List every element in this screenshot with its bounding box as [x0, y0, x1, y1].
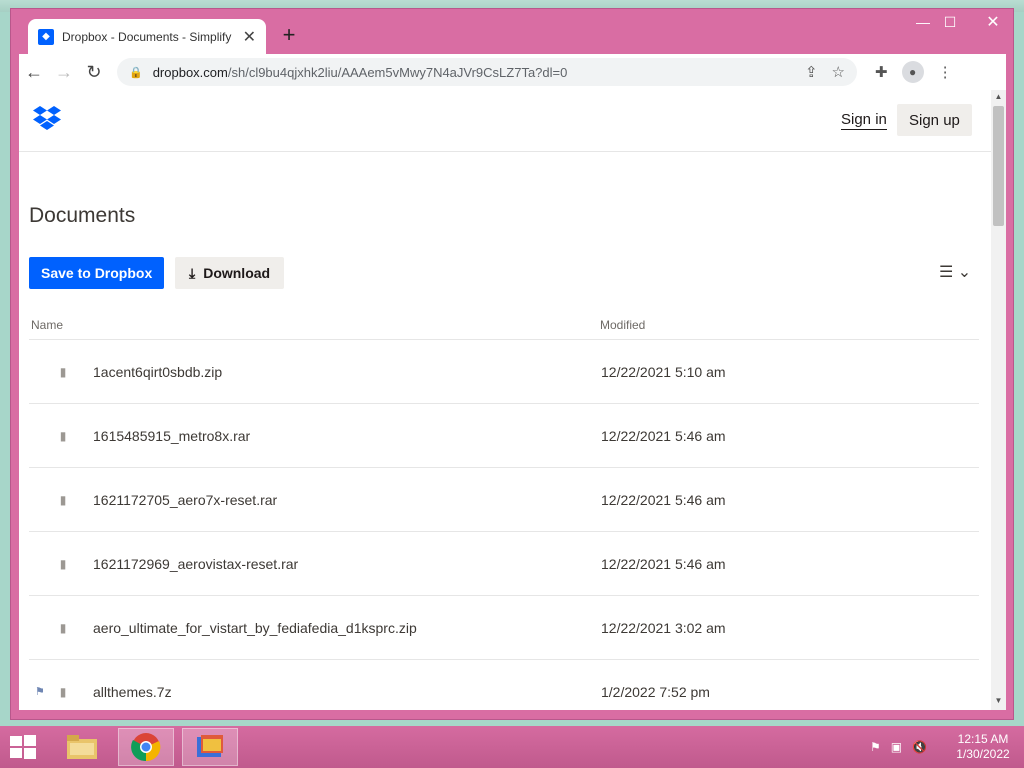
- file-name[interactable]: 1acent6qirt0sbdb.zip: [93, 364, 601, 380]
- table-row[interactable]: ⚑ ▮ allthemes.7z 1/2/2022 7:52 pm: [29, 660, 979, 710]
- download-label: Download: [203, 265, 271, 281]
- file-name[interactable]: aero_ultimate_for_vistart_by_fediafedia_…: [93, 620, 601, 636]
- file-modified: 12/22/2021 5:10 am: [601, 363, 726, 380]
- chrome-icon[interactable]: [118, 728, 174, 766]
- browser-menu-icon[interactable]: ⋮: [938, 63, 953, 81]
- lock-icon: 🔒: [129, 66, 143, 79]
- taskbar-clock[interactable]: 12:15 AM 1/30/2022: [948, 732, 1018, 762]
- sign-in-link[interactable]: Sign in: [841, 111, 887, 130]
- table-row[interactable]: ▮ 1621172705_aero7x-reset.rar 12/22/2021…: [29, 468, 979, 532]
- windows-logo-icon: [10, 735, 36, 759]
- page-title: Documents: [29, 204, 136, 227]
- file-table: Name Modified ▮ 1acent6qirt0sbdb.zip 12/…: [29, 310, 979, 710]
- file-modified: 1/2/2022 7:52 pm: [601, 683, 710, 700]
- share-icon[interactable]: ⇪: [805, 63, 818, 81]
- taskbar: ⚑ ▣ 🔇 12:15 AM 1/30/2022: [0, 726, 1024, 768]
- sign-up-button[interactable]: Sign up: [897, 104, 972, 136]
- back-arrow-icon[interactable]: ←: [19, 57, 49, 87]
- action-center-flag-icon[interactable]: ⚑: [870, 740, 881, 754]
- file-name[interactable]: 1615485915_metro8x.rar: [93, 428, 601, 444]
- file-explorer-icon[interactable]: [54, 728, 110, 766]
- file-modified: 12/22/2021 3:02 am: [601, 619, 726, 636]
- table-row[interactable]: ▮ 1621172969_aerovistax-reset.rar 12/22/…: [29, 532, 979, 596]
- forward-arrow-icon[interactable]: →: [49, 57, 79, 87]
- flag-icon: ⚑: [35, 686, 45, 698]
- scrollbar-thumb[interactable]: [993, 106, 1004, 226]
- url-path: /sh/cl9bu4qjxhk2liu/AAAem5vMwy7N4aJVr9Cs…: [227, 64, 568, 80]
- scroll-up-icon[interactable]: ▲: [991, 92, 1006, 104]
- archive-file-icon: ▮: [59, 684, 67, 699]
- address-bar[interactable]: 🔒 dropbox.com /sh/cl9bu4qjxhk2liu/AAAem5…: [117, 58, 857, 86]
- table-header: Name Modified: [29, 310, 979, 340]
- download-icon: ⤓: [189, 264, 196, 281]
- dropbox-header: Sign in Sign up: [19, 90, 991, 152]
- tab-title: Dropbox - Documents - Simplify: [62, 29, 232, 44]
- download-button[interactable]: ⤓ Download: [175, 257, 285, 289]
- table-row[interactable]: ▮ 1acent6qirt0sbdb.zip 12/22/2021 5:10 a…: [29, 340, 979, 404]
- view-toggle-icon[interactable]: ☰ ⌄: [939, 262, 971, 282]
- archive-file-icon: ▮: [59, 428, 67, 443]
- save-to-dropbox-button[interactable]: Save to Dropbox: [29, 257, 165, 289]
- scroll-down-icon[interactable]: ▼: [991, 696, 1006, 708]
- archive-file-icon: ▮: [59, 556, 67, 571]
- dropbox-logo-icon[interactable]: [33, 106, 61, 132]
- system-tray: ⚑ ▣ 🔇: [870, 726, 927, 768]
- browser-toolbar: ← → ↻ 🔒 dropbox.com /sh/cl9bu4qjxhk2liu/…: [19, 54, 1006, 90]
- reload-icon[interactable]: ↻: [79, 57, 109, 87]
- browser-tab[interactable]: ◆ Dropbox - Documents - Simplify ✕: [28, 19, 266, 54]
- browser-window: ◆ Dropbox - Documents - Simplify ✕ + — ☐…: [10, 8, 1014, 720]
- app-window-icon[interactable]: [182, 728, 238, 766]
- new-tab-button[interactable]: +: [277, 22, 301, 47]
- start-button[interactable]: [0, 726, 46, 768]
- url-domain: dropbox.com: [152, 64, 228, 80]
- file-name[interactable]: 1621172969_aerovistax-reset.rar: [93, 556, 601, 572]
- column-name[interactable]: Name: [29, 318, 600, 332]
- file-modified: 12/22/2021 5:46 am: [601, 427, 726, 444]
- file-modified: 12/22/2021 5:46 am: [601, 555, 726, 572]
- table-row[interactable]: ▮ aero_ultimate_for_vistart_by_fediafedi…: [29, 596, 979, 660]
- column-modified[interactable]: Modified: [600, 318, 645, 332]
- clock-time: 12:15 AM: [957, 732, 1009, 746]
- close-window-button[interactable]: ✕: [971, 9, 1015, 35]
- extensions-puzzle-icon[interactable]: ✚: [875, 63, 888, 81]
- page-scrollbar[interactable]: ▲ ▼: [991, 90, 1006, 710]
- bookmark-star-icon[interactable]: ☆: [832, 63, 845, 81]
- table-row[interactable]: ▮ 1615485915_metro8x.rar 12/22/2021 5:46…: [29, 404, 979, 468]
- clock-date: 1/30/2022: [956, 747, 1010, 761]
- dropbox-favicon-icon: ◆: [38, 28, 54, 45]
- archive-file-icon: ▮: [59, 492, 67, 507]
- dropbox-page: Sign in Sign up Documents Save to Dropbo…: [19, 90, 991, 710]
- profile-avatar-icon[interactable]: ●: [901, 61, 924, 83]
- volume-muted-icon[interactable]: 🔇: [912, 740, 927, 754]
- archive-file-icon: ▮: [59, 364, 67, 379]
- tab-close-icon[interactable]: ✕: [243, 27, 256, 47]
- file-modified: 12/22/2021 5:46 am: [601, 491, 726, 508]
- network-icon[interactable]: ▣: [891, 740, 902, 754]
- maximize-button[interactable]: ☐: [933, 9, 967, 35]
- archive-file-icon: ▮: [59, 620, 67, 635]
- file-name[interactable]: allthemes.7z: [93, 684, 601, 700]
- file-name[interactable]: 1621172705_aero7x-reset.rar: [93, 492, 601, 508]
